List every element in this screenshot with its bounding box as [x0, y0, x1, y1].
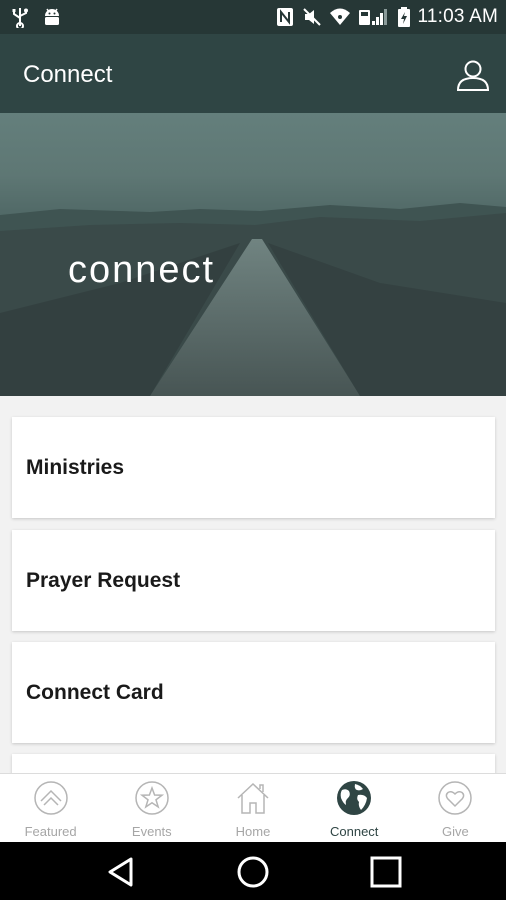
heart-circle-icon	[438, 781, 473, 815]
list-item-prayer-request[interactable]: Prayer Request	[12, 530, 495, 631]
tab-label: Connect	[330, 824, 379, 839]
globe-icon	[337, 781, 372, 815]
wifi-icon	[329, 8, 350, 25]
tab-connect[interactable]: Connect	[304, 774, 405, 842]
recents-icon[interactable]	[369, 855, 403, 889]
star-circle-icon	[135, 781, 169, 815]
status-left-icons	[10, 6, 62, 28]
list-item-label: Prayer Request	[26, 569, 181, 592]
list-item-partial[interactable]	[12, 754, 495, 773]
tab-featured[interactable]: Featured	[0, 774, 101, 842]
tab-label: Home	[235, 824, 271, 839]
usb-icon	[12, 8, 28, 28]
android-icon	[45, 8, 59, 25]
nfc-icon	[276, 8, 293, 26]
hero-banner: connect	[0, 113, 506, 396]
status-time: 11:03 AM	[417, 6, 498, 27]
back-icon[interactable]	[104, 855, 138, 889]
tab-give[interactable]: Give	[405, 774, 506, 842]
chevron-up-circle-icon	[33, 781, 68, 815]
tab-events[interactable]: Events	[101, 774, 202, 842]
system-navigation-bar	[0, 842, 506, 900]
list-item-label: Ministries	[26, 456, 125, 479]
tab-label: Events	[131, 824, 172, 839]
list-item-label: Connect Card	[26, 681, 164, 704]
tab-label: Give	[442, 824, 469, 839]
status-bar: 11:03 AM	[0, 0, 506, 34]
page-title: Connect	[23, 61, 113, 88]
person-icon[interactable]	[456, 58, 490, 92]
battery-icon	[397, 7, 410, 27]
mute-icon	[302, 8, 321, 26]
list-item-connect-card[interactable]: Connect Card	[12, 642, 495, 743]
signal-icon	[358, 9, 387, 25]
hero-title: connect	[68, 249, 216, 291]
tab-home[interactable]: Home	[202, 774, 303, 842]
bottom-navigation: Featured Events Home Connect Give	[0, 773, 506, 842]
list-item-ministries[interactable]: Ministries	[12, 417, 495, 518]
status-right-icons: 11:03 AM	[275, 6, 498, 28]
app-bar: Connect	[0, 34, 506, 113]
home-icon	[237, 782, 269, 814]
connect-list: Ministries Prayer Request Connect Card	[0, 396, 506, 773]
home-circle-icon[interactable]	[236, 855, 270, 889]
tab-label: Featured	[24, 824, 77, 839]
